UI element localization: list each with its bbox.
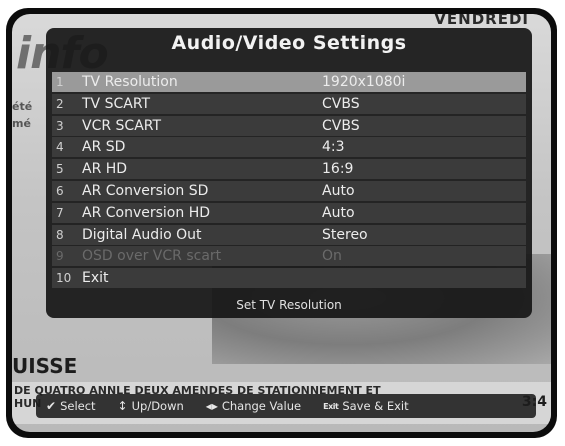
row-number: 9 bbox=[56, 249, 64, 264]
help-bar: ✔ Select ↕ Up/Down ◂▸ Change Value Exit … bbox=[36, 394, 536, 418]
settings-menu: Audio/Video Settings 1 TV Resolution 1920x… bbox=[46, 28, 532, 318]
row-number: 6 bbox=[56, 183, 64, 198]
setting-row-8[interactable]: 8 Digital Audio Out Stereo bbox=[52, 224, 526, 245]
help-save-exit-label: Save & Exit bbox=[342, 399, 409, 413]
setting-row-6[interactable]: 6 AR Conversion SD Auto bbox=[52, 180, 526, 201]
up-down-arrows-icon: ↕ bbox=[117, 399, 128, 413]
setting-row-7[interactable]: 7 AR Conversion HD Auto bbox=[52, 202, 526, 223]
setting-value: CVBS bbox=[322, 117, 360, 134]
setting-row-5[interactable]: 5 AR HD 16:9 bbox=[52, 159, 526, 180]
setting-value: CVBS bbox=[322, 95, 360, 112]
row-number: 10 bbox=[56, 271, 72, 286]
setting-label: AR SD bbox=[82, 139, 126, 156]
background-text-2: mé bbox=[12, 117, 31, 130]
help-updown-label: Up/Down bbox=[131, 399, 184, 413]
help-updown: ↕ Up/Down bbox=[118, 399, 184, 413]
row-number: 4 bbox=[56, 140, 64, 155]
setting-row-3[interactable]: 3 VCR SCART CVBS bbox=[52, 115, 526, 136]
setting-label: Digital Audio Out bbox=[82, 226, 202, 243]
check-icon: ✔ bbox=[46, 399, 57, 413]
setting-row-4[interactable]: 4 AR SD 4:3 bbox=[52, 137, 526, 158]
tv-frame: info VENDREDI été mé UISSE DE QUATRO ANN… bbox=[6, 8, 557, 438]
setting-label: AR Conversion SD bbox=[82, 182, 209, 199]
help-change-label: Change Value bbox=[221, 399, 302, 413]
setting-row-9: 9 OSD over VCR scart On bbox=[52, 246, 526, 267]
help-save-exit: Exit Save & Exit bbox=[323, 399, 409, 413]
setting-value: 4:3 bbox=[322, 139, 345, 156]
left-right-arrows-icon: ◂▸ bbox=[205, 399, 218, 413]
setting-label: Exit bbox=[82, 270, 109, 287]
region-label: UISSE bbox=[12, 354, 78, 378]
day-label: VENDREDI bbox=[434, 14, 529, 28]
setting-label: TV SCART bbox=[82, 95, 151, 112]
help-select-label: Select bbox=[60, 399, 96, 413]
setting-value: Auto bbox=[322, 204, 355, 221]
help-select: ✔ Select bbox=[46, 399, 96, 413]
row-number: 7 bbox=[56, 205, 64, 220]
setting-value: 1920x1080i bbox=[322, 74, 406, 90]
tv-screen: info VENDREDI été mé UISSE DE QUATRO ANN… bbox=[12, 14, 551, 432]
setting-value: Auto bbox=[322, 182, 355, 199]
row-number: 8 bbox=[56, 227, 64, 242]
setting-label: TV Resolution bbox=[82, 74, 178, 90]
setting-label: AR HD bbox=[82, 161, 128, 178]
row-number: 2 bbox=[56, 96, 64, 111]
setting-row-1[interactable]: 1 TV Resolution 1920x1080i bbox=[52, 72, 526, 92]
row-number: 1 bbox=[56, 75, 64, 89]
setting-value: Stereo bbox=[322, 226, 368, 243]
menu-title: Audio/Video Settings bbox=[171, 32, 407, 54]
setting-value: On bbox=[322, 248, 342, 265]
setting-value: 16:9 bbox=[322, 161, 354, 178]
settings-list: 1 TV Resolution 1920x1080i 2 TV SCART CVBS 3 VC… bbox=[52, 72, 526, 290]
background-text-1: été bbox=[12, 100, 33, 113]
setting-label: VCR SCART bbox=[82, 117, 162, 134]
setting-label: AR Conversion HD bbox=[82, 204, 211, 221]
exit-key-icon: Exit bbox=[323, 401, 339, 411]
menu-hint: Set TV Resolution bbox=[236, 298, 342, 312]
row-number: 5 bbox=[56, 162, 64, 177]
setting-row-2[interactable]: 2 TV SCART CVBS bbox=[52, 93, 526, 114]
help-change: ◂▸ Change Value bbox=[206, 399, 301, 413]
setting-label: OSD over VCR scart bbox=[82, 248, 222, 265]
setting-row-10[interactable]: 10 Exit bbox=[52, 268, 526, 289]
row-number: 3 bbox=[56, 118, 64, 133]
